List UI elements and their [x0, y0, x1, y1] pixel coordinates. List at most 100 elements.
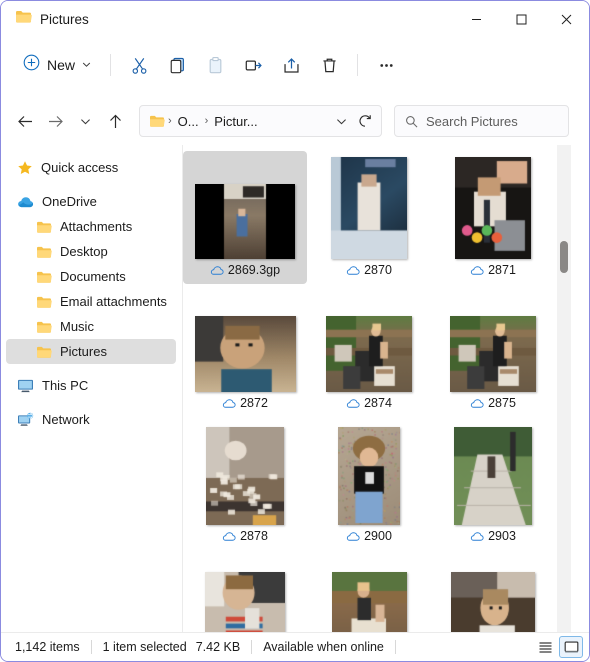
- file-name-label: 2875: [470, 392, 516, 414]
- file-tile[interactable]: 2875: [431, 284, 555, 417]
- sidebar-item-this-pc[interactable]: This PC: [6, 373, 176, 398]
- file-name-label: 2874: [346, 392, 392, 414]
- minimize-button[interactable]: [454, 1, 499, 37]
- item-count-label: 1,142 items: [15, 640, 80, 654]
- file-tile[interactable]: 2870: [307, 151, 431, 284]
- rename-icon[interactable]: [234, 48, 272, 82]
- copy-icon[interactable]: [158, 48, 196, 82]
- file-thumbnail: [183, 421, 307, 525]
- new-button[interactable]: New: [15, 49, 101, 81]
- details-view-button[interactable]: [533, 636, 557, 658]
- file-tile[interactable]: 2900: [307, 417, 431, 550]
- status-bar: 1,142 items 1 item selected 7.42 KB Avai…: [1, 632, 589, 661]
- paste-icon[interactable]: [196, 48, 234, 82]
- folder-icon: [36, 345, 52, 359]
- command-bar: New: [1, 37, 589, 93]
- address-bar[interactable]: › O... › Pictur...: [139, 105, 382, 137]
- new-button-label: New: [47, 57, 76, 73]
- sidebar-item-music[interactable]: Music: [6, 314, 176, 339]
- file-name-text: 2878: [240, 529, 268, 543]
- file-thumbnail: [431, 554, 555, 634]
- folder-icon: [36, 220, 52, 234]
- sidebar-item-label: This PC: [42, 378, 89, 393]
- sidebar-item-label: Email attachments: [60, 294, 167, 309]
- cloud-outline-icon: [346, 265, 360, 276]
- file-name-label: 2870: [346, 259, 392, 281]
- file-thumbnail: [431, 155, 555, 259]
- sidebar-item-label: OneDrive: [42, 194, 97, 209]
- file-thumbnail: [183, 155, 307, 259]
- sidebar-item-label: Music: [60, 319, 94, 334]
- file-tile[interactable]: 2878: [183, 417, 307, 550]
- sidebar-item-desktop[interactable]: Desktop: [6, 239, 176, 264]
- back-button[interactable]: [10, 106, 40, 136]
- cloud-outline-icon: [470, 265, 484, 276]
- status-divider: [90, 640, 92, 654]
- sidebar-item-documents[interactable]: Documents: [6, 264, 176, 289]
- breadcrumb-separator: ›: [204, 115, 209, 127]
- title-bar: Pictures: [1, 1, 589, 37]
- status-divider: [394, 640, 396, 654]
- file-thumbnail: [307, 421, 431, 525]
- file-name-text: 2869.3gp: [227, 263, 281, 277]
- file-tile[interactable]: 2871: [431, 151, 555, 284]
- file-tile[interactable]: 2872: [183, 284, 307, 417]
- share-icon[interactable]: [272, 48, 310, 82]
- file-tile[interactable]: [183, 550, 307, 634]
- file-name-text: 2900: [364, 529, 392, 543]
- file-tile[interactable]: [307, 550, 431, 634]
- file-name-text: 2870: [364, 263, 392, 277]
- file-name-text: 2874: [364, 396, 392, 410]
- file-thumbnail: [307, 155, 431, 259]
- cloud-outline-icon: [222, 398, 236, 409]
- file-tile[interactable]: 2874: [307, 284, 431, 417]
- cut-icon[interactable]: [120, 48, 158, 82]
- breadcrumb-item-pictures[interactable]: Pictur...: [211, 114, 260, 129]
- more-icon[interactable]: [367, 48, 405, 82]
- sidebar-item-label: Documents: [60, 269, 126, 284]
- file-explorer-window: Pictures New › O... › Pictur... Search P…: [0, 0, 590, 662]
- file-thumbnail: [183, 554, 307, 634]
- file-tile[interactable]: [431, 550, 555, 634]
- navigation-pane: Quick access OneDrive Attachments Desktop Do…: [1, 145, 182, 634]
- plus-circle-icon: [23, 54, 40, 76]
- vertical-scrollbar[interactable]: [557, 145, 571, 634]
- file-name-label: 2903: [470, 525, 516, 547]
- sidebar-item-onedrive[interactable]: OneDrive: [6, 189, 176, 214]
- search-input[interactable]: Search Pictures: [394, 105, 569, 137]
- breadcrumb-item-onedrive[interactable]: O...: [175, 114, 202, 129]
- delete-icon[interactable]: [310, 48, 348, 82]
- cloud-outline-icon: [210, 265, 224, 276]
- sidebar-item-pictures[interactable]: Pictures: [6, 339, 176, 364]
- thumbnail-view-button[interactable]: [559, 636, 583, 658]
- cloud-outline-icon: [222, 531, 236, 542]
- content-area: Quick access OneDrive Attachments Desktop Do…: [1, 145, 589, 634]
- file-list-pane[interactable]: 2869.3gp 2870 2871 2872 2874 2875 2878 2900 2903: [183, 145, 571, 634]
- refresh-icon[interactable]: [353, 108, 377, 134]
- status-divider: [251, 640, 253, 654]
- toolbar-divider-1: [110, 54, 112, 76]
- scrollbar-thumb[interactable]: [560, 241, 568, 273]
- folder-icon: [15, 9, 32, 29]
- sidebar-item-label: Network: [42, 412, 90, 427]
- file-tile[interactable]: 2869.3gp: [183, 151, 307, 284]
- close-button[interactable]: [544, 1, 589, 37]
- sidebar-item-email-attachments[interactable]: Email attachments: [6, 289, 176, 314]
- file-name-label: 2900: [346, 525, 392, 547]
- file-tile[interactable]: 2903: [431, 417, 555, 550]
- folder-icon: [36, 245, 52, 259]
- recent-locations-button[interactable]: [70, 106, 100, 136]
- sidebar-item-label: Pictures: [60, 344, 107, 359]
- sidebar-item-quick-access[interactable]: Quick access: [6, 155, 176, 180]
- sidebar-item-network[interactable]: Network: [6, 407, 176, 432]
- maximize-button[interactable]: [499, 1, 544, 37]
- sidebar-item-attachments[interactable]: Attachments: [6, 214, 176, 239]
- up-button[interactable]: [100, 106, 130, 136]
- file-name-text: 2872: [240, 396, 268, 410]
- forward-button[interactable]: [40, 106, 70, 136]
- folder-icon: [36, 295, 52, 309]
- cloud-outline-icon: [470, 398, 484, 409]
- file-name-label: 2869.3gp: [210, 259, 280, 281]
- chevron-down-icon[interactable]: [329, 108, 353, 134]
